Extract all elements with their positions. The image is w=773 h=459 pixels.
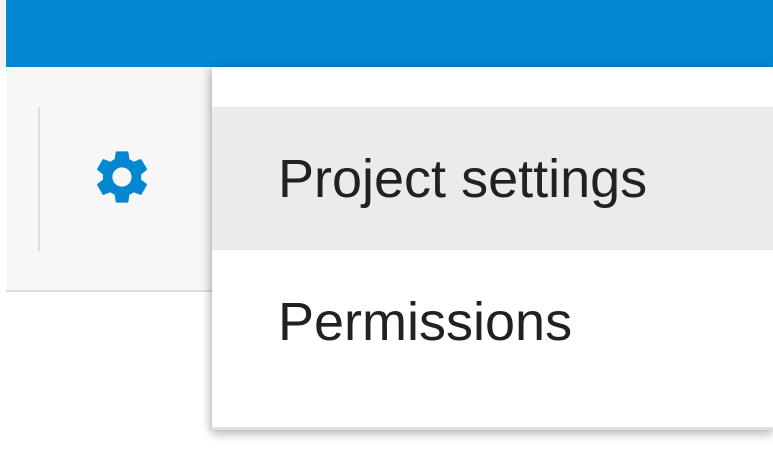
header-edge [0, 0, 6, 67]
toolbar-divider [38, 107, 40, 251]
menu-item-project-settings[interactable]: Project settings [212, 107, 773, 250]
settings-dropdown-menu: Project settings Permissions [212, 67, 773, 430]
menu-item-permissions[interactable]: Permissions [212, 250, 773, 393]
app-viewport: Project settings Permissions [0, 0, 773, 459]
settings-button[interactable] [82, 137, 162, 217]
gear-icon [97, 151, 147, 203]
app-header-bar [0, 0, 773, 67]
